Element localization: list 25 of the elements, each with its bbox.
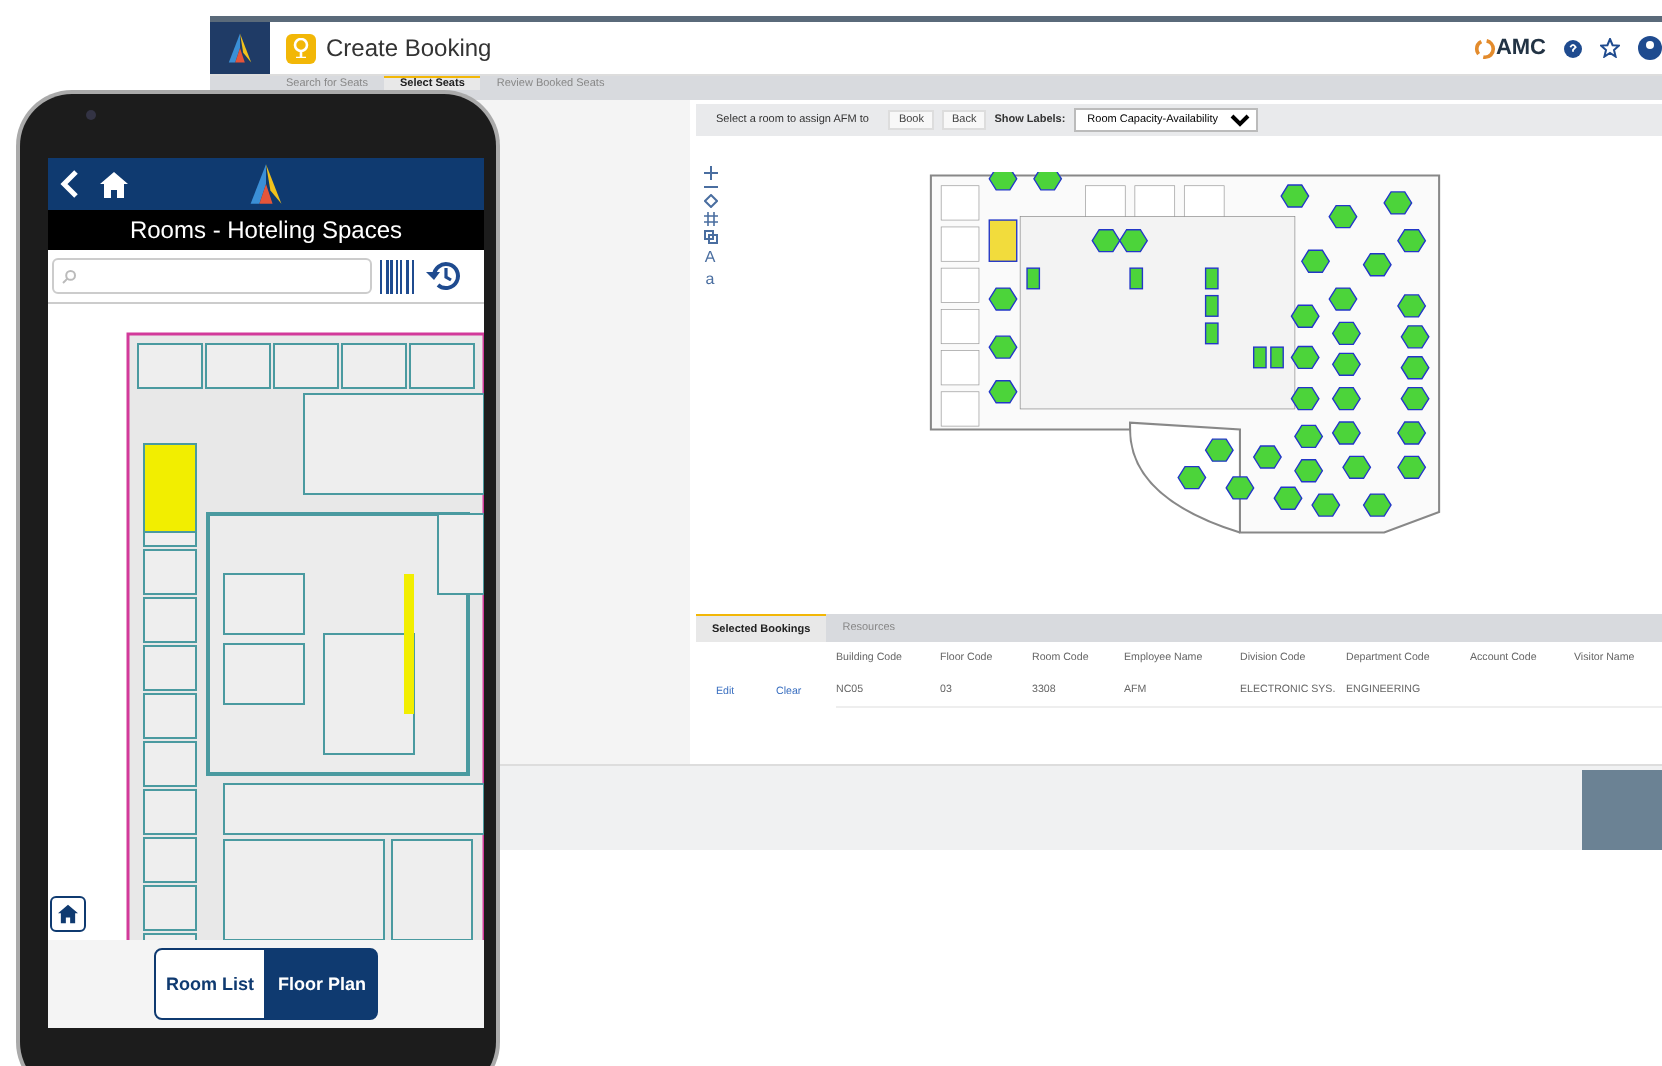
brand-name: AMC (1495, 36, 1546, 60)
barcode-icon[interactable] (380, 259, 418, 293)
view-toggle-button[interactable]: Floor Plan (265, 948, 378, 1020)
history-icon[interactable] (426, 260, 462, 292)
user-icon[interactable] (1638, 36, 1662, 60)
label-size-tool[interactable]: a (705, 270, 715, 288)
home-icon (58, 904, 78, 924)
home-button[interactable] (50, 896, 86, 932)
back-icon[interactable] (60, 170, 80, 198)
view-toggle-button[interactable]: Room List (153, 948, 266, 1020)
help-icon[interactable] (1564, 39, 1582, 57)
zoom-in-icon[interactable] (703, 166, 717, 180)
star-icon[interactable] (1600, 38, 1620, 58)
brand-ring-icon (1473, 37, 1496, 59)
slate-panel (1582, 770, 1662, 850)
zoom-out-icon[interactable] (703, 184, 717, 190)
home-icon[interactable] (100, 171, 128, 197)
page-title: Create Booking (326, 34, 492, 62)
screen-title: Rooms - Hoteling Spaces (48, 210, 484, 250)
search-field[interactable] (52, 258, 372, 294)
seat-icon (292, 38, 310, 58)
search-icon (62, 269, 76, 283)
app-logo-icon (224, 32, 256, 64)
layers-icon[interactable] (703, 230, 717, 244)
label-size-tool[interactable]: A (704, 248, 716, 266)
